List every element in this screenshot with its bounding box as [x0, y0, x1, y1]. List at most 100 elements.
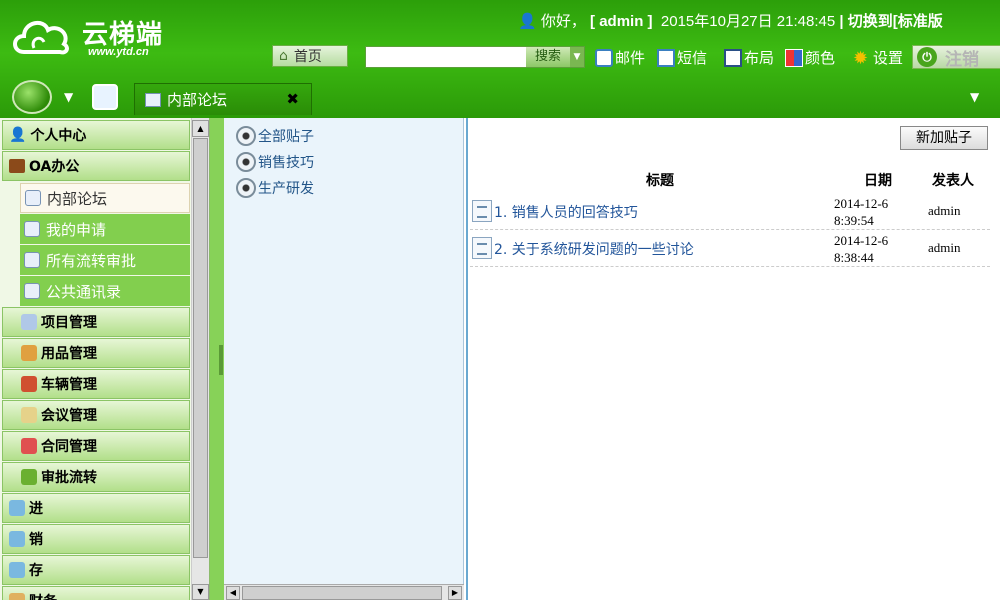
sidebar-group-vehicles[interactable]: 车辆管理	[2, 369, 190, 399]
purchase-icon	[9, 500, 25, 516]
tree-item-label: 生产研发	[258, 181, 314, 197]
group-label: 合同管理	[41, 439, 97, 455]
home-icon: ⌂	[279, 48, 288, 64]
sidebar-group-projects[interactable]: 项目管理	[2, 307, 190, 337]
sidebar-item-approvals[interactable]: 所有流转审批	[20, 245, 190, 275]
sidebar-group-stock[interactable]: 存	[2, 555, 190, 585]
search-button[interactable]: 搜索	[526, 47, 570, 67]
tree-item-label: 全部贴子	[258, 129, 314, 145]
group-label: 个人中心	[30, 128, 87, 144]
sidebar-item-label: 我的申请	[46, 220, 107, 239]
post-date: 2014-12-6 8:38:44	[834, 232, 888, 266]
sms-button[interactable]: 短信	[657, 47, 707, 68]
column-header-author: 发表人	[932, 173, 974, 189]
group-label: 财务	[29, 591, 57, 600]
post-title-link[interactable]: 1. 销售人员的回答技巧	[494, 202, 638, 222]
briefcase-icon	[9, 159, 25, 173]
new-post-button[interactable]: 新加贴子	[900, 126, 988, 150]
tree-item-all-posts[interactable]: 全部贴子	[236, 126, 314, 146]
sidebar-group-purchase[interactable]: 进	[2, 493, 190, 523]
home-button[interactable]: ⌂ 首页	[272, 45, 348, 67]
radio-icon	[236, 152, 256, 172]
home-label: 首页	[293, 49, 322, 65]
post-title-link[interactable]: 2. 关于系统研发问题的一些讨论	[494, 239, 694, 259]
sidebar-group-finance[interactable]: 财务	[2, 586, 190, 600]
post-list-panel: 新加贴子 标题 日期 发表人 1. 销售人员的回答技巧 2014-12-6 8:…	[466, 118, 1000, 600]
radio-icon	[236, 178, 256, 198]
forum-category-tree: 全部贴子 销售技巧 生产研发	[224, 118, 464, 600]
color-button[interactable]: 颜色	[785, 47, 835, 68]
scroll-right-icon[interactable]: ▶	[448, 586, 462, 600]
tab-internal-forum[interactable]: 内部论坛 ✖	[134, 83, 312, 115]
layout-icon	[724, 48, 742, 67]
sidebar-group-personal[interactable]: 👤 个人中心	[2, 120, 190, 150]
mail-label: 邮件	[615, 50, 646, 67]
sms-icon	[657, 48, 675, 67]
sidebar-group-oa[interactable]: OA办公	[2, 151, 190, 181]
flag-icon	[21, 438, 37, 454]
logout-button[interactable]: ⏻ 注销	[912, 45, 1000, 70]
mail-button[interactable]: 邮件	[595, 47, 645, 68]
group-label: 销	[29, 532, 43, 548]
close-icon[interactable]: ✖	[286, 90, 299, 108]
color-label: 颜色	[805, 50, 836, 67]
user-greeting: 👤 你好， [ admin ] 2015年10月27日 21:48:45 | 切…	[518, 10, 943, 31]
scroll-up-icon[interactable]: ▲	[192, 120, 209, 137]
app-url: www.ytd.cn	[88, 46, 149, 58]
sidebar-item-contacts[interactable]: 公共通讯录	[20, 276, 190, 306]
document-icon	[472, 200, 492, 222]
search-dropdown-icon[interactable]: ▼	[570, 47, 584, 67]
sidebar: 👤 个人中心 OA办公 内部论坛 我的申请 所有流转审批 公共通讯录 项目管理 …	[0, 118, 210, 600]
stock-icon	[9, 562, 25, 578]
table-icon	[25, 190, 41, 206]
datetime: 2015年10月27日 21:48:45	[660, 13, 836, 30]
settings-label: 设置	[873, 50, 904, 67]
pen-icon	[21, 407, 37, 423]
settings-button[interactable]: ✹ 设置	[853, 47, 903, 68]
switch-edition-link[interactable]: | 切换到[标准版	[839, 13, 942, 30]
tree-item-sales-tips[interactable]: 销售技巧	[236, 152, 314, 172]
splitter-handle[interactable]	[219, 345, 223, 375]
tab-list-dropdown-icon[interactable]: ▼	[970, 90, 979, 104]
power-icon: ⏻	[917, 47, 937, 67]
sidebar-item-my-requests[interactable]: 我的申请	[20, 214, 190, 244]
group-label: 用品管理	[41, 346, 97, 362]
table-row: 1. 销售人员的回答技巧 2014-12-6 8:39:54 admin	[470, 193, 990, 230]
tab-bar: ▼ 内部论坛 ✖ ▼	[0, 78, 1000, 116]
sidebar-group-meetings[interactable]: 会议管理	[2, 400, 190, 430]
table-icon	[24, 252, 40, 268]
tree-horizontal-scrollbar[interactable]: ◀ ▶	[224, 584, 464, 600]
sidebar-group-sales[interactable]: 销	[2, 524, 190, 554]
username[interactable]: [ admin ]	[590, 13, 653, 30]
group-label: 审批流转	[41, 470, 97, 486]
post-date-time: 8:38:44	[834, 250, 874, 265]
sidebar-item-forum[interactable]: 内部论坛	[20, 183, 190, 213]
layout-button[interactable]: 布局	[724, 47, 774, 68]
box-icon	[21, 345, 37, 361]
post-author: admin	[928, 240, 961, 255]
mail-icon	[595, 48, 613, 67]
sidebar-group-contracts[interactable]: 合同管理	[2, 431, 190, 461]
tree-item-label: 销售技巧	[258, 155, 314, 171]
menu-dropdown-icon[interactable]: ▼	[64, 90, 73, 104]
column-header-title: 标题	[646, 173, 674, 189]
sidebar-scroll-thumb[interactable]	[193, 138, 208, 558]
scroll-down-icon[interactable]: ▼	[192, 584, 209, 600]
scroll-left-icon[interactable]: ◀	[226, 586, 240, 600]
refresh-icon[interactable]	[92, 84, 118, 110]
group-label: 车辆管理	[41, 377, 97, 393]
finance-icon	[9, 593, 25, 600]
start-menu-icon[interactable]	[12, 80, 52, 114]
group-label: OA办公	[29, 159, 80, 175]
radio-icon	[236, 126, 256, 146]
group-label: 进	[29, 501, 43, 517]
table-icon	[24, 221, 40, 237]
tree-scroll-thumb[interactable]	[242, 586, 442, 600]
post-date-day: 2014-12-6	[834, 196, 889, 211]
sidebar-group-workflow[interactable]: 审批流转	[2, 462, 190, 492]
search-input[interactable]	[366, 47, 526, 67]
group-label: 项目管理	[41, 315, 97, 331]
app-logo: 云梯端 www.ytd.cn	[10, 12, 180, 64]
tree-item-rnd[interactable]: 生产研发	[236, 178, 314, 198]
sidebar-group-supplies[interactable]: 用品管理	[2, 338, 190, 368]
